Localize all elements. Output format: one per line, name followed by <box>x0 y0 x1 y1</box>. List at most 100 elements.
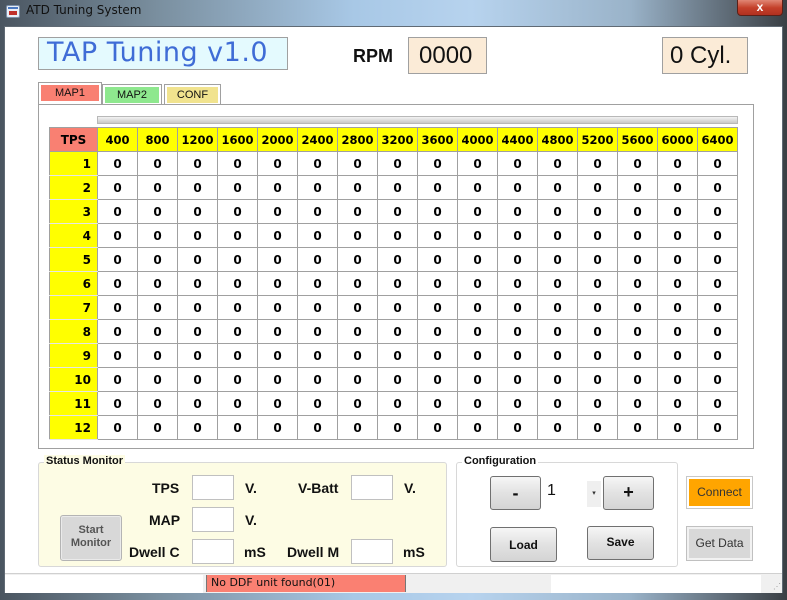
map-cell[interactable]: 0 <box>697 295 738 320</box>
map-cell[interactable]: 0 <box>537 175 578 200</box>
map-cell[interactable]: 0 <box>257 199 298 224</box>
map-cell[interactable]: 0 <box>137 247 178 272</box>
map-cell[interactable]: 0 <box>697 367 738 392</box>
map-cell[interactable]: 0 <box>137 295 178 320</box>
map-cell[interactable]: 0 <box>457 175 498 200</box>
map-cell[interactable]: 0 <box>177 247 218 272</box>
map-cell[interactable]: 0 <box>457 415 498 440</box>
map-cell[interactable]: 0 <box>177 271 218 296</box>
map-cell[interactable]: 0 <box>97 343 138 368</box>
map-cell[interactable]: 0 <box>417 151 458 176</box>
map-cell[interactable]: 0 <box>617 295 658 320</box>
map-cell[interactable]: 0 <box>497 343 538 368</box>
map-cell[interactable]: 0 <box>257 271 298 296</box>
map-cell[interactable]: 0 <box>97 367 138 392</box>
map-cell[interactable]: 0 <box>417 367 458 392</box>
map-cell[interactable]: 0 <box>97 199 138 224</box>
map-cell[interactable]: 0 <box>257 319 298 344</box>
map-cell[interactable]: 0 <box>577 295 618 320</box>
map-cell[interactable]: 0 <box>577 175 618 200</box>
map-cell[interactable]: 0 <box>537 271 578 296</box>
horizontal-scrollbar[interactable] <box>97 116 738 124</box>
map-cell[interactable]: 0 <box>537 151 578 176</box>
map-cell[interactable]: 0 <box>377 367 418 392</box>
map-cell[interactable]: 0 <box>217 415 258 440</box>
map-cell[interactable]: 0 <box>137 271 178 296</box>
map-cell[interactable]: 0 <box>457 247 498 272</box>
map-cell[interactable]: 0 <box>97 175 138 200</box>
map-cell[interactable]: 0 <box>297 151 338 176</box>
map-cell[interactable]: 0 <box>337 367 378 392</box>
map-cell[interactable]: 0 <box>377 271 418 296</box>
map-cell[interactable]: 0 <box>457 295 498 320</box>
map-cell[interactable]: 0 <box>657 151 698 176</box>
map-cell[interactable]: 0 <box>137 175 178 200</box>
map-cell[interactable]: 0 <box>457 343 498 368</box>
map-cell[interactable]: 0 <box>577 247 618 272</box>
map-cell[interactable]: 0 <box>337 295 378 320</box>
map-cell[interactable]: 0 <box>697 175 738 200</box>
map-cell[interactable]: 0 <box>257 247 298 272</box>
map-cell[interactable]: 0 <box>657 391 698 416</box>
map-cell[interactable]: 0 <box>577 151 618 176</box>
map-cell[interactable]: 0 <box>497 247 538 272</box>
map-cell[interactable]: 0 <box>97 391 138 416</box>
map-cell[interactable]: 0 <box>137 151 178 176</box>
increment-button[interactable]: + <box>603 476 654 510</box>
map-cell[interactable]: 0 <box>617 319 658 344</box>
map-cell[interactable]: 0 <box>177 175 218 200</box>
map-cell[interactable]: 0 <box>577 391 618 416</box>
map-cell[interactable]: 0 <box>257 295 298 320</box>
map-cell[interactable]: 0 <box>217 175 258 200</box>
map-cell[interactable]: 0 <box>337 223 378 248</box>
map-cell[interactable]: 0 <box>417 415 458 440</box>
map-cell[interactable]: 0 <box>537 367 578 392</box>
map-cell[interactable]: 0 <box>137 223 178 248</box>
map-cell[interactable]: 0 <box>377 415 418 440</box>
map-cell[interactable]: 0 <box>97 151 138 176</box>
map-cell[interactable]: 0 <box>617 415 658 440</box>
map-cell[interactable]: 0 <box>537 391 578 416</box>
map-cell[interactable]: 0 <box>577 367 618 392</box>
map-cell[interactable]: 0 <box>177 391 218 416</box>
map-cell[interactable]: 0 <box>617 151 658 176</box>
map-cell[interactable]: 0 <box>377 247 418 272</box>
map-cell[interactable]: 0 <box>697 391 738 416</box>
map-cell[interactable]: 0 <box>137 415 178 440</box>
map-cell[interactable]: 0 <box>457 367 498 392</box>
map-cell[interactable]: 0 <box>177 295 218 320</box>
map-cell[interactable]: 0 <box>617 343 658 368</box>
map-cell[interactable]: 0 <box>537 223 578 248</box>
map-cell[interactable]: 0 <box>257 415 298 440</box>
map-cell[interactable]: 0 <box>97 247 138 272</box>
map-cell[interactable]: 0 <box>417 343 458 368</box>
map-cell[interactable]: 0 <box>657 247 698 272</box>
map-cell[interactable]: 0 <box>537 319 578 344</box>
map-cell[interactable]: 0 <box>137 367 178 392</box>
map-cell[interactable]: 0 <box>657 295 698 320</box>
map-cell[interactable]: 0 <box>657 199 698 224</box>
map-cell[interactable]: 0 <box>697 151 738 176</box>
map-cell[interactable]: 0 <box>457 391 498 416</box>
map-cell[interactable]: 0 <box>217 247 258 272</box>
map-cell[interactable]: 0 <box>617 367 658 392</box>
map-cell[interactable]: 0 <box>457 223 498 248</box>
map-cell[interactable]: 0 <box>217 343 258 368</box>
map-cell[interactable]: 0 <box>537 247 578 272</box>
map-cell[interactable]: 0 <box>137 391 178 416</box>
tab-conf[interactable]: CONF <box>164 84 221 104</box>
map-cell[interactable]: 0 <box>417 175 458 200</box>
map-cell[interactable]: 0 <box>97 415 138 440</box>
map-cell[interactable]: 0 <box>257 343 298 368</box>
map-cell[interactable]: 0 <box>297 415 338 440</box>
close-button[interactable]: x <box>737 0 783 16</box>
tab-map2[interactable]: MAP2 <box>102 84 162 104</box>
dwell-m-field[interactable] <box>351 539 393 564</box>
map-cell[interactable]: 0 <box>457 271 498 296</box>
map-cell[interactable]: 0 <box>497 319 538 344</box>
map-cell[interactable]: 0 <box>337 151 378 176</box>
map-cell[interactable]: 0 <box>417 247 458 272</box>
map-cell[interactable]: 0 <box>497 367 538 392</box>
map-cell[interactable]: 0 <box>337 175 378 200</box>
map-cell[interactable]: 0 <box>617 271 658 296</box>
